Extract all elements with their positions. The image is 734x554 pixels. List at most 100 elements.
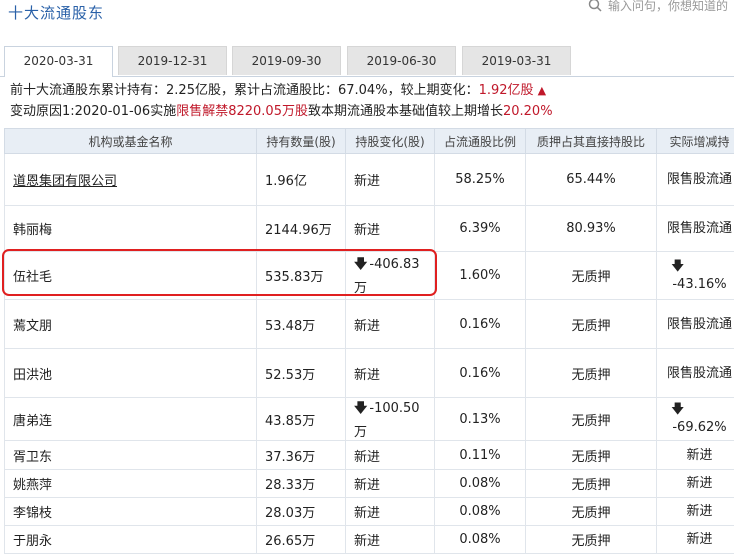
change-cell: 新进 bbox=[346, 498, 435, 526]
table-row: 道恩集团有限公司 1.96亿 新进 58.25% 65.44% 限售股流通 bbox=[5, 154, 734, 206]
ratio-cell: 0.08% bbox=[435, 498, 526, 526]
tab-2019-03-31[interactable]: 2019-03-31 bbox=[462, 46, 571, 75]
arrow-down-icon: 🡇 bbox=[354, 399, 367, 421]
actual-cell: 新进 bbox=[657, 470, 734, 498]
table-row: 田洪池 52.53万 新进 0.16% 无质押 限售股流通 bbox=[5, 349, 734, 398]
pledge-cell: 无质押 bbox=[526, 526, 657, 554]
change-cell: 新进 bbox=[346, 349, 435, 398]
col-header-actual: 实际增减持 bbox=[657, 129, 734, 154]
shares-cell: 26.65万 bbox=[257, 526, 346, 554]
holder-name-link[interactable]: 道恩集团有限公司 bbox=[5, 154, 257, 206]
pledge-cell: 无质押 bbox=[526, 300, 657, 349]
holding-summary: 前十大流通股东累计持有：2.25亿股，累计占流通股比：67.04%，较上期变化：… bbox=[10, 80, 553, 122]
summary-line-1: 前十大流通股东累计持有：2.25亿股，累计占流通股比：67.04%，较上期变化：… bbox=[10, 80, 553, 101]
report-date-tabs: 2020-03-31 2019-12-31 2019-09-30 2019-06… bbox=[0, 46, 734, 77]
change-cell: 🡇-406.83万 bbox=[346, 252, 435, 300]
pledge-cell: 无质押 bbox=[526, 441, 657, 470]
actual-cell: 新进 bbox=[657, 441, 734, 470]
col-header-name: 机构或基金名称 bbox=[5, 129, 257, 154]
tab-2019-06-30[interactable]: 2019-06-30 bbox=[347, 46, 456, 75]
pledge-cell: 无质押 bbox=[526, 498, 657, 526]
change-cell: 新进 bbox=[346, 441, 435, 470]
change-cell: 新进 bbox=[346, 206, 435, 252]
actual-cell: 限售股流通 bbox=[657, 300, 734, 349]
ratio-cell: 58.25% bbox=[435, 154, 526, 206]
top-ten-holders-table: 机构或基金名称 持有数量(股) 持股变化(股) 占流通股比例 质押占其直接持股比… bbox=[4, 128, 734, 554]
search-icon bbox=[588, 0, 602, 12]
holder-name: 胥卫东 bbox=[5, 441, 257, 470]
shares-cell: 53.48万 bbox=[257, 300, 346, 349]
holder-name: 李锦枝 bbox=[5, 498, 257, 526]
holder-name: 唐弟连 bbox=[5, 398, 257, 441]
pledge-cell: 无质押 bbox=[526, 349, 657, 398]
arrow-up-icon: ▲ bbox=[538, 84, 546, 97]
tab-2019-12-31[interactable]: 2019-12-31 bbox=[118, 46, 227, 75]
col-header-pledge: 质押占其直接持股比 bbox=[526, 129, 657, 154]
actual-cell: 新进 bbox=[657, 526, 734, 554]
holder-name: 于朋永 bbox=[5, 526, 257, 554]
holder-name: 伍社毛 bbox=[5, 252, 257, 300]
ratio-cell: 0.16% bbox=[435, 300, 526, 349]
table-row: 韩丽梅 2144.96万 新进 6.39% 80.93% 限售股流通 bbox=[5, 206, 734, 252]
ratio-cell: 0.08% bbox=[435, 526, 526, 554]
tab-2020-03-31[interactable]: 2020-03-31 bbox=[4, 46, 113, 77]
shares-cell: 52.53万 bbox=[257, 349, 346, 398]
shares-cell: 28.33万 bbox=[257, 470, 346, 498]
holder-name: 姚燕萍 bbox=[5, 470, 257, 498]
arrow-down-icon: 🡇 bbox=[665, 401, 734, 419]
change-cell: 新进 bbox=[346, 300, 435, 349]
section-title: 十大流通股东 bbox=[8, 2, 104, 23]
table-header-row: 机构或基金名称 持有数量(股) 持股变化(股) 占流通股比例 质押占其直接持股比… bbox=[5, 129, 734, 154]
actual-cell: 限售股流通 bbox=[657, 154, 734, 206]
table-row: 唐弟连 43.85万 🡇-100.50万 0.13% 无质押 🡇-69.62% bbox=[5, 398, 734, 441]
growth-percent: 20.20% bbox=[503, 104, 553, 119]
pledge-cell: 无质押 bbox=[526, 398, 657, 441]
pledge-cell: 65.44% bbox=[526, 154, 657, 206]
actual-cell: 限售股流通 bbox=[657, 206, 734, 252]
search-box[interactable]: 输入问句，你想知道的 bbox=[588, 0, 734, 16]
change-cell: 新进 bbox=[346, 154, 435, 206]
shares-cell: 37.36万 bbox=[257, 441, 346, 470]
change-value: 1.92亿股 bbox=[479, 83, 534, 98]
ratio-cell: 6.39% bbox=[435, 206, 526, 252]
table-row: 伍社毛 535.83万 🡇-406.83万 1.60% 无质押 🡇-43.16% bbox=[5, 252, 734, 300]
ratio-cell: 0.13% bbox=[435, 398, 526, 441]
table-row: 姚燕萍 28.33万 新进 0.08% 无质押 新进 bbox=[5, 470, 734, 498]
unlock-shares: 限售解禁8220.05万股 bbox=[176, 104, 308, 119]
table-row: 胥卫东 37.36万 新进 0.11% 无质押 新进 bbox=[5, 441, 734, 470]
change-cell: 新进 bbox=[346, 470, 435, 498]
ratio-cell: 0.16% bbox=[435, 349, 526, 398]
total-ratio: 67.04% bbox=[338, 83, 388, 98]
ratio-cell: 0.08% bbox=[435, 470, 526, 498]
search-input[interactable]: 输入问句，你想知道的 bbox=[608, 0, 728, 14]
table-row: 李锦枝 28.03万 新进 0.08% 无质押 新进 bbox=[5, 498, 734, 526]
holder-name: 韩丽梅 bbox=[5, 206, 257, 252]
actual-cell: 限售股流通 bbox=[657, 349, 734, 398]
pledge-cell: 80.93% bbox=[526, 206, 657, 252]
pledge-cell: 无质押 bbox=[526, 252, 657, 300]
arrow-down-icon: 🡇 bbox=[354, 255, 367, 277]
total-shares: 2.25亿股 bbox=[166, 83, 221, 98]
tab-2019-09-30[interactable]: 2019-09-30 bbox=[232, 46, 341, 75]
holder-name: 田洪池 bbox=[5, 349, 257, 398]
table-row: 蔫文朋 53.48万 新进 0.16% 无质押 限售股流通 bbox=[5, 300, 734, 349]
shares-cell: 535.83万 bbox=[257, 252, 346, 300]
shares-cell: 43.85万 bbox=[257, 398, 346, 441]
actual-cell: 🡇-43.16% bbox=[657, 252, 734, 300]
shares-cell: 28.03万 bbox=[257, 498, 346, 526]
change-cell: 新进 bbox=[346, 526, 435, 554]
holder-name: 蔫文朋 bbox=[5, 300, 257, 349]
shares-cell: 1.96亿 bbox=[257, 154, 346, 206]
pledge-cell: 无质押 bbox=[526, 470, 657, 498]
col-header-shares: 持有数量(股) bbox=[257, 129, 346, 154]
change-cell: 🡇-100.50万 bbox=[346, 398, 435, 441]
shares-cell: 2144.96万 bbox=[257, 206, 346, 252]
ratio-cell: 0.11% bbox=[435, 441, 526, 470]
arrow-down-icon: 🡇 bbox=[665, 258, 734, 276]
summary-line-2: 变动原因1:2020-01-06实施限售解禁8220.05万股致本期流通股本基础… bbox=[10, 101, 553, 122]
ratio-cell: 1.60% bbox=[435, 252, 526, 300]
actual-cell: 新进 bbox=[657, 498, 734, 526]
table-row: 于朋永 26.65万 新进 0.08% 无质押 新进 bbox=[5, 526, 734, 554]
col-header-ratio: 占流通股比例 bbox=[435, 129, 526, 154]
col-header-change: 持股变化(股) bbox=[346, 129, 435, 154]
